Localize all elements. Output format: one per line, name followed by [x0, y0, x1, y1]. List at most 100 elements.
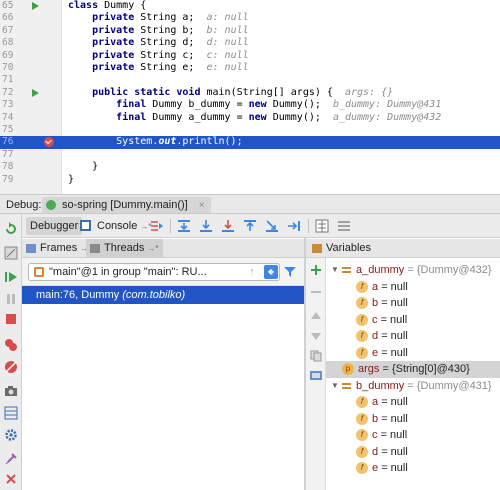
close-icon[interactable]: × — [199, 200, 205, 211]
variable-row[interactable]: ▼ b_dummy = {Dummy@431} — [326, 378, 500, 395]
line-number[interactable]: 79 — [2, 174, 22, 186]
code-line[interactable]: 70 private String e; e: null — [0, 62, 500, 74]
code-line[interactable]: 65 class Dummy { — [0, 0, 500, 12]
move-down-icon[interactable] — [310, 330, 322, 342]
step-into-icon[interactable] — [199, 219, 213, 233]
close-debug-icon[interactable] — [4, 472, 18, 486]
trace-icon[interactable] — [337, 219, 351, 233]
code-line[interactable]: 79} — [0, 174, 500, 186]
rerun-icon[interactable] — [4, 222, 18, 236]
view-breakpoints-icon[interactable] — [4, 338, 18, 352]
code-line[interactable]: 69 private String c; c: null — [0, 50, 500, 62]
mute-breakpoints-icon[interactable] — [4, 360, 18, 374]
code-line[interactable]: 67 private String b; b: null — [0, 25, 500, 37]
arrow-down-icon[interactable]: ↓ — [266, 266, 278, 278]
frames-list-empty-area — [22, 304, 304, 490]
line-number[interactable]: 70 — [2, 62, 22, 74]
pause-icon[interactable] — [4, 292, 18, 306]
variable-value: = null — [380, 313, 408, 326]
line-number[interactable]: 65 — [2, 0, 22, 12]
run-gutter-icon[interactable] — [32, 88, 39, 97]
variable-row[interactable]: fc = null — [326, 312, 500, 329]
expand-toggle-icon[interactable]: ▼ — [330, 378, 340, 395]
debug-session-tab[interactable]: so-spring [Dummy.main()] × — [42, 197, 211, 213]
copy-icon[interactable] — [310, 350, 322, 362]
line-number[interactable]: 69 — [2, 50, 22, 62]
pin-icon[interactable] — [4, 452, 18, 466]
code-line[interactable]: 78 } — [0, 161, 500, 173]
code-line[interactable]: 66 private String a; a: null — [0, 12, 500, 24]
code-editor[interactable]: 65 class Dummy {66 private String a; a: n… — [0, 0, 500, 194]
show-execution-point-icon[interactable] — [150, 219, 164, 233]
layout-icon[interactable] — [4, 406, 18, 420]
code-line[interactable]: 73 final Dummy b_dummy = new Dummy(); b_… — [0, 99, 500, 111]
remove-watch-icon[interactable] — [310, 286, 322, 298]
tab-frames[interactable]: Frames →* — [22, 239, 95, 258]
stop-icon[interactable] — [4, 312, 18, 326]
evaluate-expression-icon[interactable] — [315, 219, 329, 233]
code-line[interactable]: 75 — [0, 124, 500, 136]
move-up-icon[interactable] — [310, 310, 322, 322]
resume-icon[interactable] — [4, 270, 18, 284]
breakpoint-icon[interactable] — [44, 137, 54, 148]
line-number[interactable]: 66 — [2, 12, 22, 24]
variable-row[interactable]: p args = {String[0]@430} — [326, 361, 500, 378]
run-gutter-icon[interactable] — [32, 2, 39, 10]
variable-row[interactable]: fa = null — [326, 279, 500, 296]
variable-row[interactable]: fe = null — [326, 345, 500, 362]
thread-select[interactable]: "main"@1 in group "main": RU... ◆ — [28, 263, 280, 281]
code-line[interactable]: 68 private String d; d: null — [0, 37, 500, 49]
filter-icon[interactable] — [284, 266, 296, 278]
variables-tree[interactable]: ▼ a_dummy = {Dummy@432} f a = null f b = null… — [326, 258, 500, 490]
line-number[interactable]: 76 — [2, 136, 22, 148]
variable-row[interactable]: ▼ a_dummy = {Dummy@432} — [326, 262, 500, 279]
line-number[interactable]: 67 — [2, 25, 22, 37]
tab-threads[interactable]: Threads →* — [86, 239, 163, 258]
line-number[interactable]: 71 — [2, 74, 22, 86]
tab-console[interactable]: Console →* — [80, 217, 156, 235]
variable-row[interactable]: fb = null — [326, 411, 500, 428]
step-over-icon[interactable] — [177, 219, 191, 233]
settings-icon[interactable] — [4, 428, 18, 442]
stack-frame-row[interactable]: main:76, Dummy (com.tobilko) — [22, 286, 304, 304]
thread-selector-row: "main"@1 in group "main": RU... ◆ ↑ ↓ — [22, 258, 304, 286]
variable-row[interactable]: fb = null — [326, 295, 500, 312]
restore-layout-icon[interactable] — [4, 246, 18, 260]
code-line[interactable]: 74 final Dummy a_dummy = new Dummy(); a_… — [0, 112, 500, 124]
debug-title-bar: Debug: so-spring [Dummy.main()] × — [0, 194, 500, 214]
code-line[interactable]: 71 — [0, 74, 500, 86]
line-number[interactable]: 68 — [2, 37, 22, 49]
line-number[interactable]: 72 — [2, 87, 22, 99]
frames-icon — [26, 244, 36, 253]
new-watch-icon[interactable] — [310, 264, 322, 276]
line-number[interactable]: 75 — [2, 124, 22, 136]
line-number[interactable]: 78 — [2, 161, 22, 173]
line-number[interactable]: 77 — [2, 149, 22, 161]
line-number[interactable]: 74 — [2, 112, 22, 124]
watch-screen-icon[interactable] — [310, 370, 322, 382]
variable-text: c = null — [372, 312, 407, 329]
variable-value: = null — [381, 346, 408, 359]
variable-row[interactable]: fd = null — [326, 328, 500, 345]
variable-value: = null — [380, 429, 408, 441]
drop-frame-icon[interactable] — [265, 219, 279, 233]
force-step-into-icon[interactable] — [221, 219, 235, 233]
variable-row[interactable]: fc = null — [326, 427, 500, 444]
expand-toggle-icon[interactable]: ▼ — [330, 262, 340, 279]
debug-session-label: so-spring [Dummy.main()] — [62, 199, 188, 211]
variable-row[interactable]: fd = null — [326, 444, 500, 461]
run-to-cursor-icon[interactable] — [287, 219, 301, 233]
variable-row[interactable]: fa = null — [326, 394, 500, 411]
tab-debugger[interactable]: Debugger — [26, 217, 83, 235]
variable-row[interactable]: fe = null — [326, 460, 500, 477]
code-line[interactable]: 72 public static void main(String[] args… — [0, 87, 500, 99]
line-number[interactable]: 73 — [2, 99, 22, 111]
step-out-icon[interactable] — [243, 219, 257, 233]
arrow-up-icon[interactable]: ↑ — [246, 266, 258, 278]
tab-frames-label: Frames — [40, 242, 78, 254]
code-text: } — [68, 161, 99, 173]
camera-icon[interactable] — [4, 384, 18, 398]
current-execution-line[interactable]: 76 System.out.println(); — [0, 136, 500, 149]
code-line[interactable]: 77 — [0, 149, 500, 161]
field-icon: f — [356, 445, 368, 458]
